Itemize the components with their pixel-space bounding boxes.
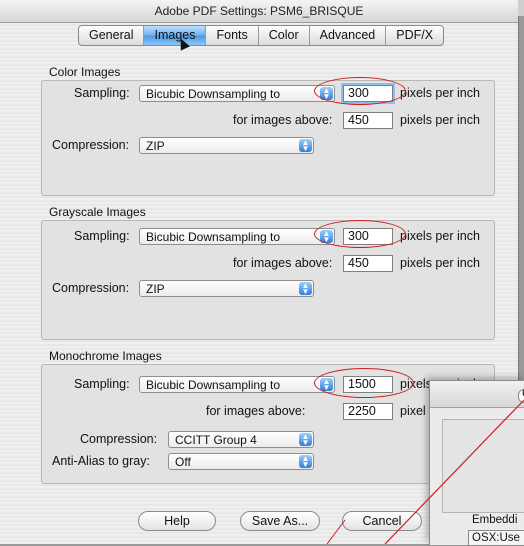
save-as-button[interactable]: Save As... (240, 511, 320, 531)
color-images-group: Sampling: Bicubic Downsampling to ▲ ▼ 300… (41, 80, 495, 196)
monochrome-images-group: Sampling: Bicubic Downsampling to ▲ ▼ 150… (41, 364, 495, 484)
mono-above-input[interactable]: 2250 (343, 403, 393, 420)
mono-above-label: for images above: (206, 404, 306, 418)
select-arrows-icon: ▲ ▼ (320, 87, 333, 101)
color-above-input[interactable]: 450 (343, 112, 393, 129)
mono-antialias-value: Off (175, 455, 191, 469)
mono-antialias-label: Anti-Alias to gray: (52, 454, 150, 468)
color-above-unit: pixels per inch (400, 113, 480, 127)
gray-above-unit: pixels per inch (400, 256, 480, 270)
color-compression-select[interactable]: ZIP ▲ ▼ (139, 137, 314, 154)
tab-images[interactable]: Images (144, 26, 207, 45)
select-arrows-icon: ▲ ▼ (320, 378, 333, 392)
help-button[interactable]: Help (138, 511, 216, 531)
gray-sampling-label: Sampling: (74, 229, 130, 243)
tab-fonts[interactable]: Fonts (206, 26, 259, 45)
gray-compression-label: Compression: (52, 281, 130, 295)
mono-above-unit: pixel (400, 404, 426, 418)
color-sampling-select[interactable]: Bicubic Downsampling to ▲ ▼ (139, 85, 335, 102)
mono-compression-select[interactable]: CCITT Group 4 ▲ ▼ (168, 431, 314, 448)
select-arrows-icon: ▲ ▼ (299, 139, 312, 153)
color-sampling-value: Bicubic Downsampling to (146, 87, 281, 101)
gray-sampling-value: Bicubic Downsampling to (146, 230, 281, 244)
background-window-panel (442, 419, 524, 513)
mono-compression-label: Compression: (80, 432, 158, 446)
gray-sampling-select[interactable]: Bicubic Downsampling to ▲ ▼ (139, 228, 335, 245)
tab-bar: General Images Fonts Color Advanced PDF/… (78, 25, 445, 46)
select-arrows-icon: ▲ ▼ (299, 455, 312, 469)
mono-sampling-value: Bicubic Downsampling to (146, 378, 281, 392)
gray-ppi-input[interactable]: 300 (343, 228, 393, 245)
select-arrows-icon: ▲ ▼ (299, 433, 312, 447)
gray-above-label: for images above: (233, 256, 333, 270)
mono-compression-value: CCITT Group 4 (175, 433, 257, 447)
color-compression-label: Compression: (52, 138, 130, 152)
background-window-edge (518, 0, 524, 16)
background-window-button[interactable]: C (518, 388, 524, 403)
tab-general[interactable]: General (79, 26, 145, 45)
background-window: C Embeddi OSX:Use (429, 380, 524, 546)
color-sampling-label: Sampling: (74, 86, 130, 100)
grayscale-images-group: Sampling: Bicubic Downsampling to ▲ ▼ 300… (41, 220, 495, 340)
mono-sampling-label: Sampling: (74, 377, 130, 391)
monochrome-images-title: Monochrome Images (49, 349, 162, 363)
background-window-toolbar (430, 381, 524, 408)
select-arrows-icon: ▲ ▼ (320, 230, 333, 244)
mono-sampling-select[interactable]: Bicubic Downsampling to ▲ ▼ (139, 376, 335, 393)
embedding-label: Embeddi (472, 514, 518, 526)
select-arrows-icon: ▲ ▼ (299, 282, 312, 296)
tab-pdfx[interactable]: PDF/X (386, 26, 443, 45)
gray-above-input[interactable]: 450 (343, 255, 393, 272)
gray-compression-value: ZIP (146, 282, 165, 296)
window-title: Adobe PDF Settings: PSM6_BRISQUE (0, 0, 518, 23)
color-images-title: Color Images (49, 65, 121, 79)
color-ppi-unit: pixels per inch (400, 86, 480, 100)
tab-advanced[interactable]: Advanced (310, 26, 387, 45)
grayscale-images-title: Grayscale Images (49, 205, 146, 219)
color-compression-value: ZIP (146, 139, 165, 153)
mono-antialias-select[interactable]: Off ▲ ▼ (168, 453, 314, 470)
color-ppi-input[interactable]: 300 (341, 83, 395, 104)
gray-ppi-unit: pixels per inch (400, 229, 480, 243)
tab-color[interactable]: Color (259, 26, 310, 45)
cancel-button[interactable]: Cancel (342, 511, 422, 531)
mono-ppi-input[interactable]: 1500 (343, 376, 393, 393)
color-above-label: for images above: (233, 113, 333, 127)
gray-compression-select[interactable]: ZIP ▲ ▼ (139, 280, 314, 297)
